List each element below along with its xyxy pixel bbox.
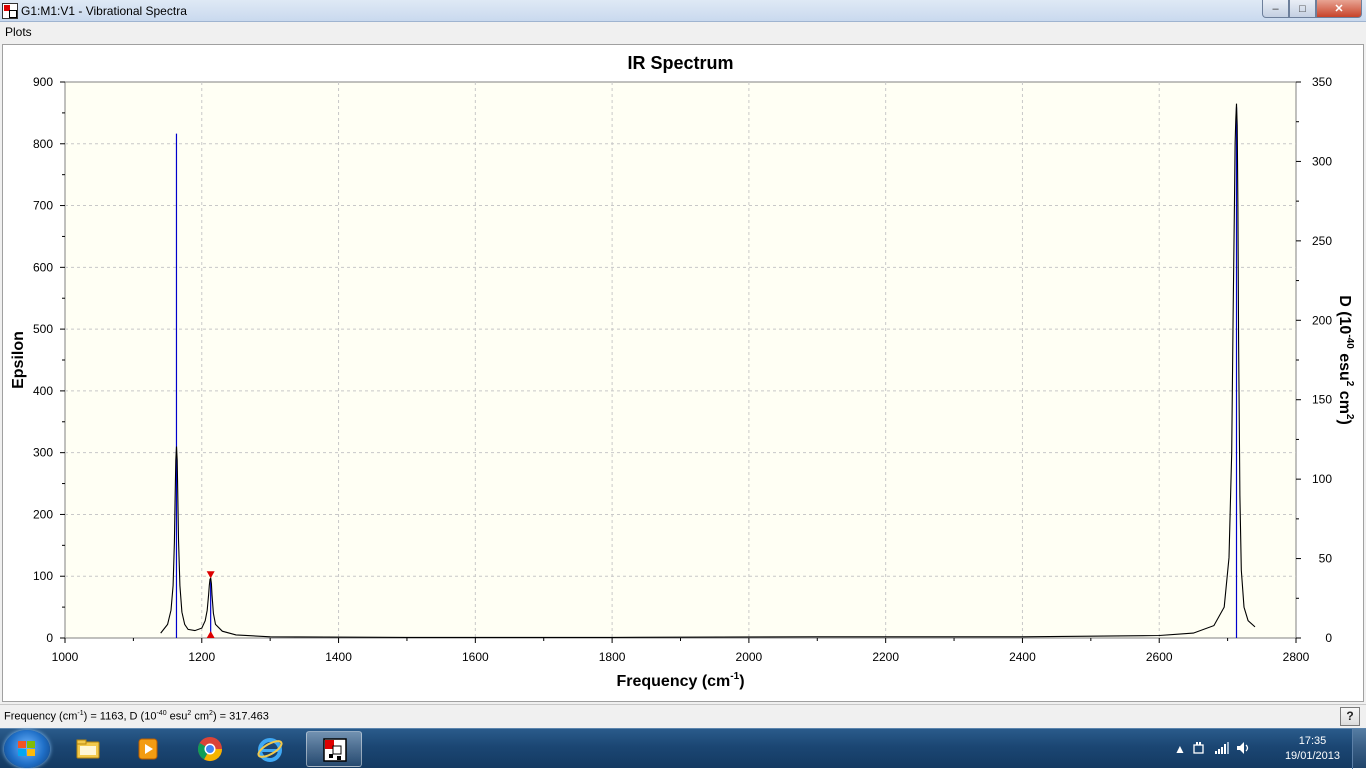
x-axis-title: Frequency (cm-1) (616, 671, 744, 690)
minimize-button[interactable]: – (1262, 0, 1289, 18)
file-explorer-icon (76, 739, 100, 759)
y-tick-label: 400 (33, 384, 53, 398)
x-tick-label: 1800 (599, 650, 626, 664)
y-tick-label: 0 (46, 631, 53, 645)
ir-spectrum-chart[interactable]: IR Spectrum1000 1200 1400 1600 1800 2000 2200 2… (0, 42, 1366, 704)
show-desktop-button[interactable] (1352, 729, 1366, 769)
windows-flag-icon (18, 741, 36, 757)
chrome-icon (197, 737, 222, 762)
x-tick-label: 2400 (1009, 650, 1036, 664)
system-tray: ▲ 17:35 19/01/2013 (1166, 729, 1366, 769)
x-tick-label: 2000 (736, 650, 763, 664)
x-tick-label: 1000 (52, 650, 79, 664)
gaussview-icon (323, 738, 347, 762)
y-axis-title: Epsilon (10, 331, 27, 389)
clock-date: 19/01/2013 (1284, 750, 1340, 762)
app-icon[interactable] (2, 3, 18, 19)
y2-tick-label: 0 (1325, 631, 1332, 645)
power-icon[interactable] (1192, 741, 1206, 755)
y2-tick-label: 50 (1319, 552, 1333, 566)
status-bar: Frequency (cm-1) = 1163, D (10-40 esu2 c… (0, 704, 1366, 728)
y-tick-label: 300 (33, 446, 53, 460)
clock[interactable]: 17:35 19/01/2013 (1285, 734, 1340, 764)
x-tick-label: 1600 (462, 650, 489, 664)
taskbar-internet-explorer[interactable] (242, 731, 298, 767)
y2-tick-label: 100 (1312, 472, 1332, 486)
x-tick-label: 2200 (872, 650, 899, 664)
x-tick-label: 2800 (1283, 650, 1310, 664)
y-tick-label: 700 (33, 199, 53, 213)
chart-title: IR Spectrum (627, 53, 733, 73)
maximize-button[interactable]: □ (1289, 0, 1316, 18)
menu-plots[interactable]: Plots (5, 25, 32, 39)
y-tick-label: 200 (33, 507, 53, 521)
y2-tick-label: 300 (1312, 154, 1332, 168)
title-bar: G1:M1:V1 - Vibrational Spectra – □ ✕ (0, 0, 1366, 22)
y-tick-label: 600 (33, 260, 53, 274)
media-player-icon (138, 738, 158, 760)
close-button[interactable]: ✕ (1316, 0, 1362, 18)
internet-explorer-icon (257, 738, 283, 762)
y2-tick-label: 350 (1312, 75, 1332, 89)
window-controls: – □ ✕ (1262, 0, 1362, 18)
taskbar-explorer[interactable] (60, 731, 116, 767)
network-signal-icon[interactable] (1214, 741, 1230, 755)
x-tick-label: 1400 (325, 650, 352, 664)
clock-time: 17:35 (1298, 735, 1327, 747)
window-title: G1:M1:V1 - Vibrational Spectra (21, 4, 187, 18)
x-tick-label: 2600 (1146, 650, 1173, 664)
status-readout: Frequency (cm-1) = 1163, D (10-40 esu2 c… (4, 710, 269, 723)
start-button[interactable] (4, 730, 50, 768)
show-hidden-icons-icon[interactable]: ▲ (1174, 742, 1186, 756)
x-tick-label: 1200 (188, 650, 215, 664)
y2-tick-label: 200 (1312, 313, 1332, 327)
taskbar-media-player[interactable] (120, 731, 176, 767)
y-tick-label: 900 (33, 75, 53, 89)
y2-axis-title: D (10-40 esu2 cm2) (1336, 295, 1355, 425)
help-button[interactable]: ? (1340, 707, 1360, 726)
y-tick-label: 100 (33, 569, 53, 583)
plot-area (64, 81, 1297, 639)
volume-icon[interactable] (1236, 741, 1252, 755)
y-tick-label: 500 (33, 322, 53, 336)
taskbar: ▲ 17:35 19/01/2013 (0, 728, 1366, 769)
y-tick-label: 800 (33, 137, 53, 151)
taskbar-chrome[interactable] (182, 731, 238, 767)
menu-bar: Plots (0, 22, 1366, 42)
y2-tick-label: 150 (1312, 393, 1332, 407)
y2-tick-label: 250 (1312, 234, 1332, 248)
taskbar-gaussview[interactable] (306, 731, 362, 767)
